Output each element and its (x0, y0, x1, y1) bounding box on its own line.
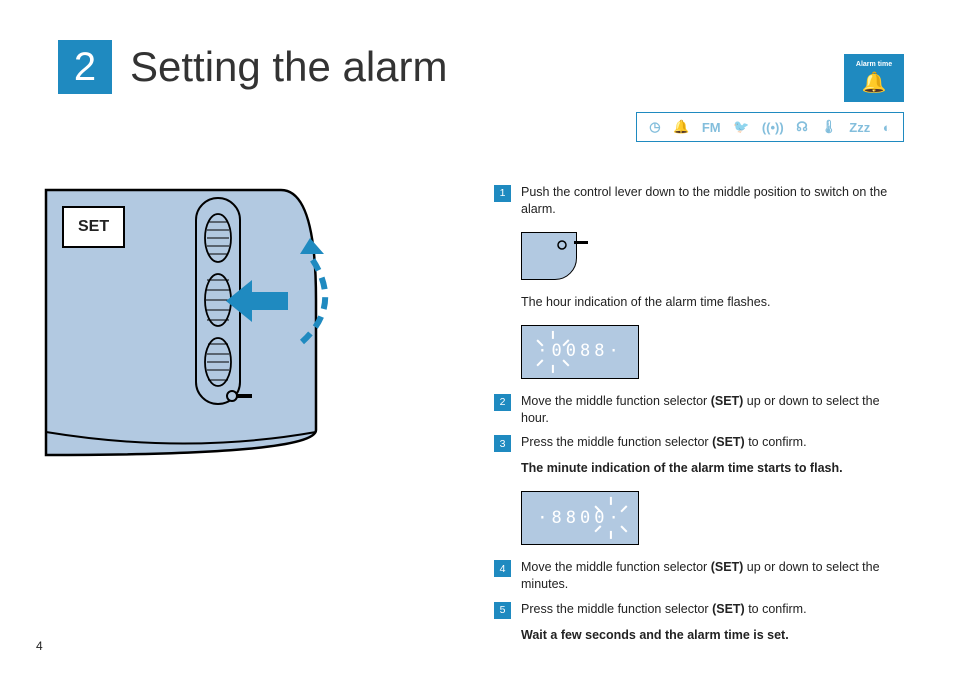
step-text: Move the middle function selector (SET) … (521, 393, 910, 427)
step-text: Press the middle function selector (SET)… (521, 601, 910, 618)
contrast-icon: ◐ (883, 120, 891, 135)
badge-label: Alarm time (856, 61, 892, 68)
radio-icon: ((•)) (762, 120, 784, 135)
page-header: 2 Setting the alarm (58, 40, 448, 94)
step-2: 2 Move the middle function selector (SET… (494, 393, 910, 427)
clock-icon: ◷ (649, 119, 660, 135)
instruction-list: 1 Push the control lever down to the mid… (494, 184, 910, 644)
step-number: 2 (494, 394, 511, 411)
step-text: Push the control lever down to the middl… (521, 184, 910, 218)
step-text: Press the middle function selector (SET)… (521, 434, 910, 451)
step-text: Move the middle function selector (SET) … (521, 559, 910, 593)
step-number: 3 (494, 435, 511, 452)
fm-icon: FM (702, 120, 721, 135)
bell-icon: 🔔 (862, 70, 887, 95)
page-title: Setting the alarm (130, 43, 448, 91)
hour-flash-display: ·0088· (521, 325, 639, 379)
step-number: 4 (494, 560, 511, 577)
section-number-badge: 2 (58, 40, 112, 94)
bird-icon: 🐦 (733, 119, 749, 135)
main-illustration: SET (36, 180, 446, 470)
step-5: 5 Press the middle function selector (SE… (494, 601, 910, 619)
lever-mini-illustration (521, 232, 577, 280)
step-note: Wait a few seconds and the alarm time is… (521, 627, 910, 644)
step-note: The minute indication of the alarm time … (521, 460, 910, 477)
temperature-icon: 🌡 (820, 119, 837, 135)
step-1: 1 Push the control lever down to the mid… (494, 184, 910, 218)
minute-flash-display: ·8800· (521, 491, 639, 545)
set-label-box: SET (62, 206, 125, 248)
step-number: 1 (494, 185, 511, 202)
mode-icon-bar: ◷ 🔔 FM 🐦 ((•)) ☊ 🌡 Zᴢᴢ ◐ (636, 112, 904, 142)
step-4: 4 Move the middle function selector (SET… (494, 559, 910, 593)
step-number: 5 (494, 602, 511, 619)
step-note: The hour indication of the alarm time fl… (521, 294, 910, 311)
sphere-icon: ☊ (796, 119, 808, 135)
bell-icon: 🔔 (673, 119, 689, 135)
snooze-icon: Zᴢᴢ (849, 120, 870, 135)
alarm-time-badge: Alarm time 🔔 (844, 54, 904, 102)
step-3: 3 Press the middle function selector (SE… (494, 434, 910, 452)
page-number: 4 (36, 639, 43, 653)
